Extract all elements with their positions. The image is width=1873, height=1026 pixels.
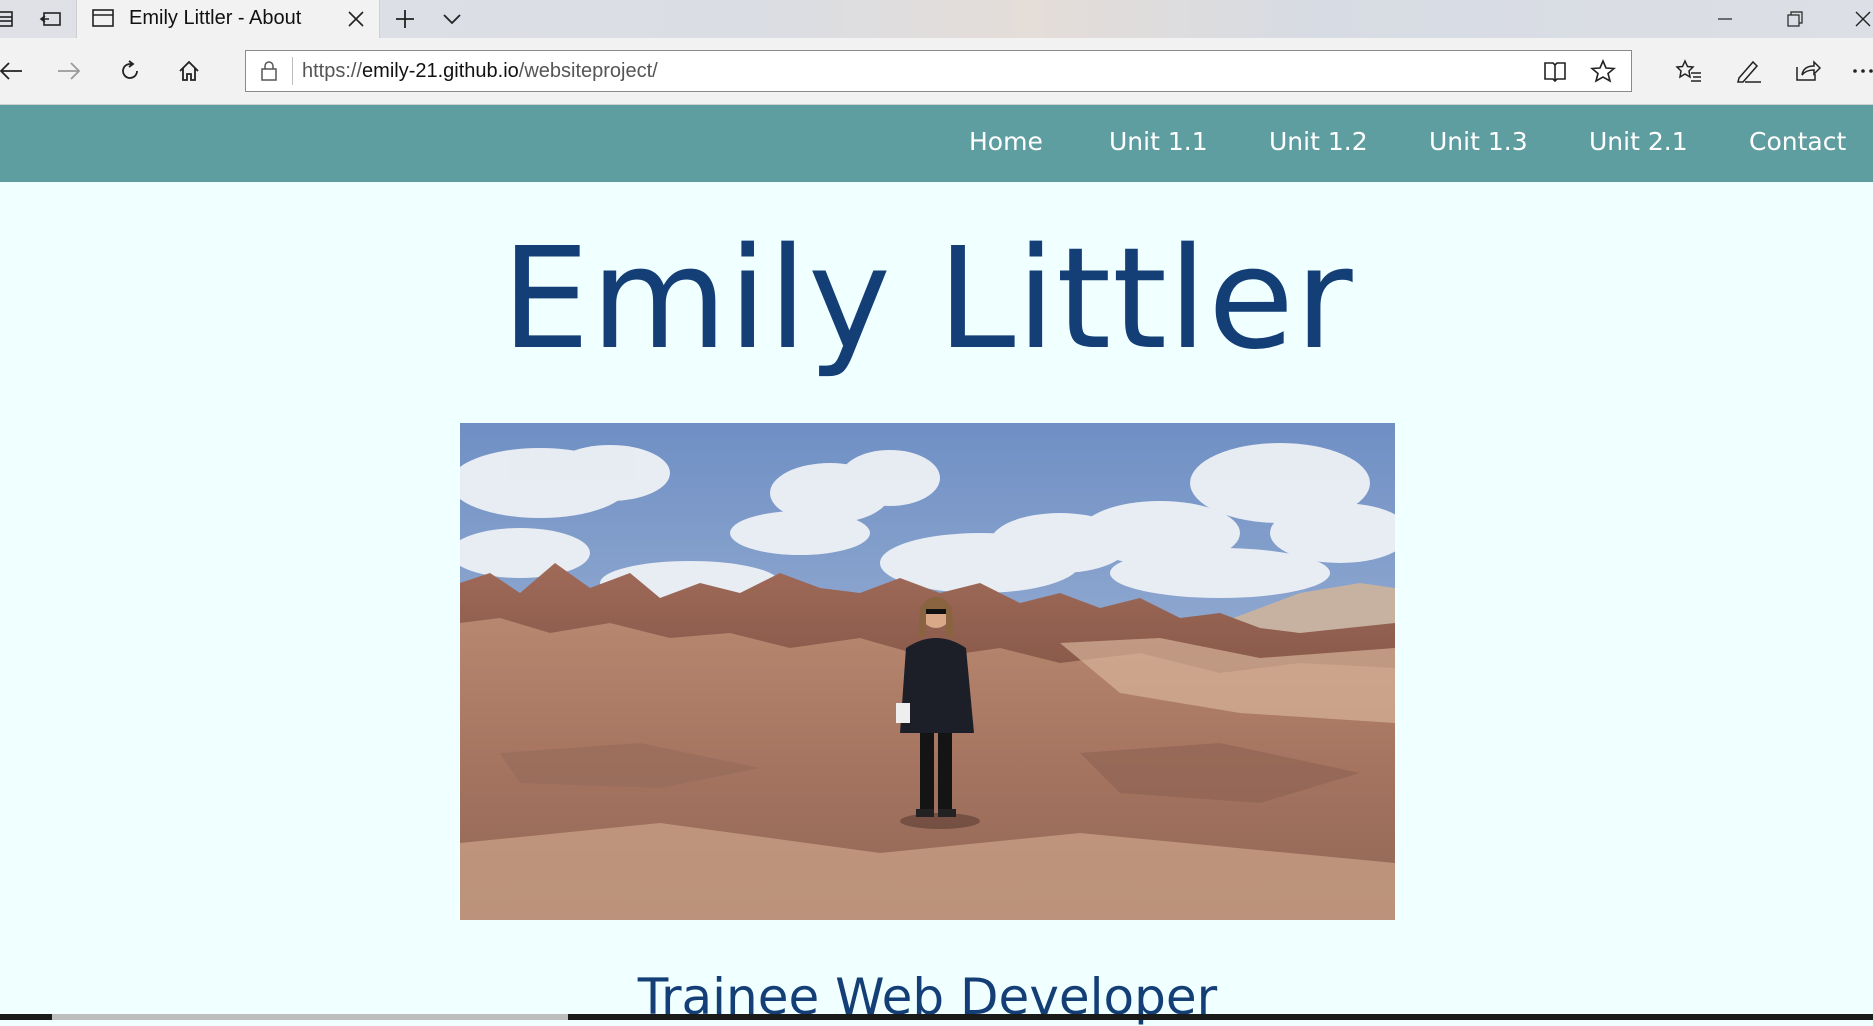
star-icon[interactable] (1589, 58, 1617, 88)
more-options-icon[interactable] (1846, 54, 1873, 88)
site-navbar: Home Unit 1.1 Unit 1.2 Unit 1.3 Unit 2.1… (0, 105, 1873, 182)
restore-icon[interactable] (1770, 0, 1820, 38)
close-window-icon[interactable] (1838, 0, 1873, 38)
refresh-icon[interactable] (113, 54, 147, 88)
close-tab-icon[interactable] (341, 4, 371, 34)
home-icon[interactable] (172, 54, 206, 88)
back-icon[interactable] (0, 54, 28, 88)
reading-view-icon[interactable] (1542, 59, 1568, 88)
tab-title: Emily Littler - About (129, 7, 302, 29)
active-tab[interactable]: Emily Littler - About (76, 0, 380, 38)
chevron-down-icon[interactable] (437, 4, 467, 34)
lock-icon[interactable] (256, 57, 293, 85)
nav-link-home[interactable]: Home (969, 127, 1043, 156)
browser-toolbar: https://emily-21.github.io/websiteprojec… (0, 38, 1873, 105)
nav-link-unit-1-1[interactable]: Unit 1.1 (1109, 127, 1208, 156)
pen-icon[interactable] (1732, 54, 1766, 88)
nav-link-unit-2-1[interactable]: Unit 2.1 (1589, 127, 1688, 156)
new-tab-icon[interactable] (390, 4, 420, 34)
minimize-icon[interactable] (1700, 0, 1750, 38)
share-icon[interactable] (1791, 54, 1825, 88)
url-text[interactable]: https://emily-21.github.io/websiteprojec… (302, 60, 658, 83)
nav-link-unit-1-2[interactable]: Unit 1.2 (1269, 127, 1368, 156)
profile-photo (460, 423, 1395, 920)
tab-list-icon[interactable] (0, 4, 22, 34)
browser-tab-bar: Emily Littler - About (0, 0, 1873, 38)
page-icon (91, 7, 115, 34)
nav-link-contact[interactable]: Contact (1749, 127, 1846, 156)
forward-icon[interactable] (52, 54, 86, 88)
favorites-icon[interactable] (1672, 54, 1706, 88)
scrollbar-thumb[interactable] (52, 1014, 568, 1020)
tabs-aside-icon[interactable] (36, 4, 66, 34)
page-title: Emily Littler (501, 218, 1354, 381)
nav-link-unit-1-3[interactable]: Unit 1.3 (1429, 127, 1528, 156)
address-bar[interactable]: https://emily-21.github.io/websiteprojec… (245, 50, 1632, 92)
